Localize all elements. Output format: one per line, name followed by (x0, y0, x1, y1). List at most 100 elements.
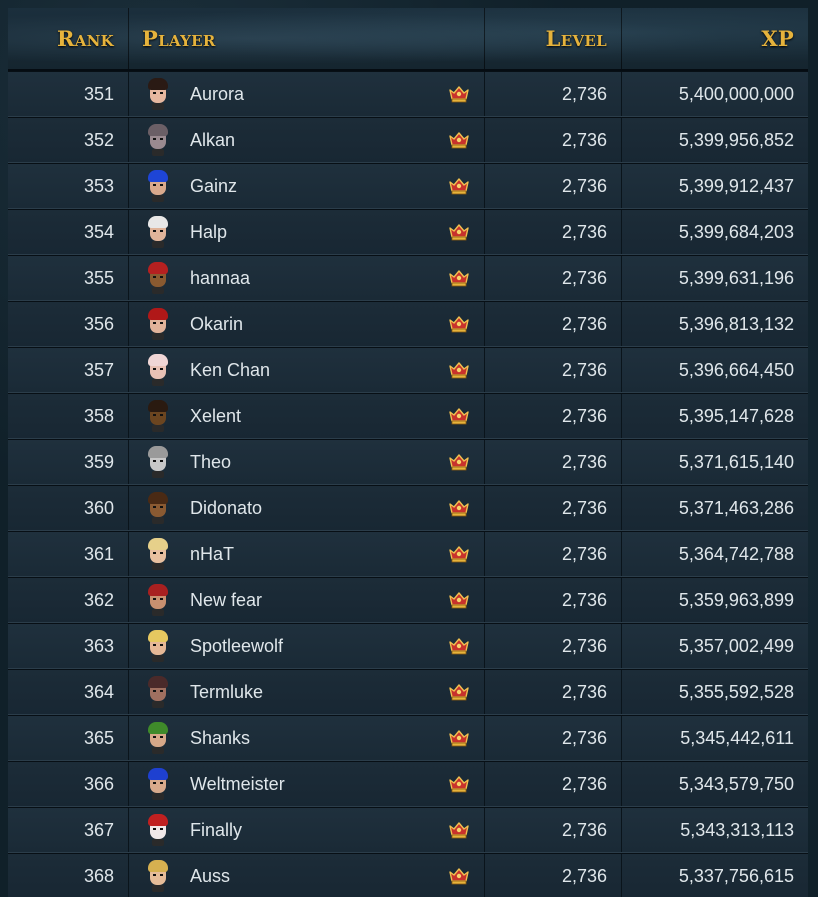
xp-cell: 5,343,313,113 (680, 819, 794, 840)
avatar[interactable] (143, 77, 173, 111)
rank-cell: 351 (8, 72, 129, 116)
avatar[interactable] (143, 583, 173, 617)
player-name-link[interactable]: Shanks (190, 728, 484, 749)
table-row[interactable]: 352 Alkan 2,736 5,399,956,852 (8, 117, 808, 163)
rank-cell: 363 (8, 624, 129, 668)
avatar[interactable] (143, 813, 173, 847)
level-cell: 2,736 (485, 762, 622, 806)
xp-cell: 5,396,813,132 (678, 313, 794, 334)
level-cell: 2,736 (485, 210, 622, 254)
player-cell: New fear (129, 578, 485, 622)
avatar[interactable] (143, 491, 173, 525)
level-cell: 2,736 (485, 486, 622, 530)
table-row[interactable]: 362 New fear 2,736 5,359,963,899 (8, 577, 808, 623)
avatar[interactable] (143, 123, 173, 157)
avatar[interactable] (143, 859, 173, 893)
table-row[interactable]: 367 Finally 2,736 5,343,313,113 (8, 807, 808, 853)
player-name-link[interactable]: Theo (190, 452, 484, 473)
table-row[interactable]: 359 Theo 2,736 5,371,615,140 (8, 439, 808, 485)
player-name-link[interactable]: Ken Chan (190, 360, 484, 381)
table-row[interactable]: 351 Aurora 2,736 5,400,000,000 (8, 71, 808, 117)
player-name-link[interactable]: hannaa (190, 268, 484, 289)
ironman-crown-icon (448, 222, 470, 242)
table-row[interactable]: 368 Auss 2,736 5,337,756,615 (8, 853, 808, 897)
level-cell: 2,736 (485, 348, 622, 392)
ironman-crown-icon (448, 866, 470, 886)
player-cell: Termluke (129, 670, 485, 714)
player-name-link[interactable]: Weltmeister (190, 774, 484, 795)
avatar[interactable] (143, 675, 173, 709)
xp-cell: 5,364,742,788 (678, 543, 794, 564)
avatar[interactable] (143, 307, 173, 341)
table-row[interactable]: 366 Weltmeister 2,736 5,343,579,750 (8, 761, 808, 807)
ironman-crown-icon (448, 728, 470, 748)
rank-cell: 358 (8, 394, 129, 438)
table-row[interactable]: 356 Okarin 2,736 5,396,813,132 (8, 301, 808, 347)
ironman-crown-icon (448, 498, 470, 518)
player-name-link[interactable]: New fear (190, 590, 484, 611)
avatar[interactable] (143, 721, 173, 755)
player-name-link[interactable]: Termluke (190, 682, 484, 703)
avatar[interactable] (143, 215, 173, 249)
player-name-link[interactable]: Gainz (190, 176, 484, 197)
player-column-header[interactable]: Player (129, 8, 485, 69)
level-cell: 2,736 (485, 72, 622, 116)
rank-cell: 357 (8, 348, 129, 392)
rank-cell: 359 (8, 440, 129, 484)
player-name-link[interactable]: Spotleewolf (190, 636, 484, 657)
player-name-link[interactable]: Finally (190, 820, 484, 841)
ironman-crown-icon (448, 590, 470, 610)
player-name-link[interactable]: Alkan (190, 130, 484, 151)
ironman-crown-icon (448, 682, 470, 702)
avatar[interactable] (143, 767, 173, 801)
player-name-link[interactable]: nHaT (190, 544, 484, 565)
table-row[interactable]: 354 Halp 2,736 5,399,684,203 (8, 209, 808, 255)
rank-column-header[interactable]: Rank (8, 8, 129, 69)
table-row[interactable]: 364 Termluke 2,736 5,355,592,528 (8, 669, 808, 715)
avatar[interactable] (143, 353, 173, 387)
level-cell: 2,736 (485, 670, 622, 714)
rank-cell: 364 (8, 670, 129, 714)
player-name-link[interactable]: Didonato (190, 498, 484, 519)
table-row[interactable]: 358 Xelent 2,736 5,395,147,628 (8, 393, 808, 439)
rank-cell: 366 (8, 762, 129, 806)
table-row[interactable]: 361 nHaT 2,736 5,364,742,788 (8, 531, 808, 577)
avatar[interactable] (143, 445, 173, 479)
table-row[interactable]: 353 Gainz 2,736 5,399,912,437 (8, 163, 808, 209)
ironman-crown-icon (448, 636, 470, 656)
table-row[interactable]: 357 Ken Chan 2,736 5,396,664,450 (8, 347, 808, 393)
xp-cell: 5,399,912,437 (678, 175, 794, 196)
player-cell: Shanks (129, 716, 485, 760)
level-cell: 2,736 (485, 394, 622, 438)
rank-cell: 367 (8, 808, 129, 852)
hiscores-background: Rank Player Level XP 351 Aurora 2,736 5,400… (0, 0, 818, 897)
player-name-link[interactable]: Okarin (190, 314, 484, 335)
avatar[interactable] (143, 629, 173, 663)
player-name-link[interactable]: Aurora (190, 84, 484, 105)
table-body: 351 Aurora 2,736 5,400,000,000 352 Alkan 2,736… (8, 71, 808, 897)
avatar[interactable] (143, 537, 173, 571)
ironman-crown-icon (448, 452, 470, 472)
avatar[interactable] (143, 261, 173, 295)
xp-cell: 5,359,963,899 (678, 589, 794, 610)
xp-cell: 5,343,579,750 (678, 773, 794, 794)
avatar[interactable] (143, 399, 173, 433)
xp-column-header[interactable]: XP (622, 8, 808, 69)
player-name-link[interactable]: Auss (190, 866, 484, 887)
level-column-header[interactable]: Level (485, 8, 622, 69)
avatar[interactable] (143, 169, 173, 203)
ironman-crown-icon (448, 130, 470, 150)
table-row[interactable]: 360 Didonato 2,736 5,371,463,286 (8, 485, 808, 531)
level-cell: 2,736 (485, 624, 622, 668)
ironman-crown-icon (448, 84, 470, 104)
table-row[interactable]: 355 hannaa 2,736 5,399,631,196 (8, 255, 808, 301)
ironman-crown-icon (448, 544, 470, 564)
level-cell: 2,736 (485, 854, 622, 897)
player-cell: Xelent (129, 394, 485, 438)
level-cell: 2,736 (485, 532, 622, 576)
table-row[interactable]: 365 Shanks 2,736 5,345,442,611 (8, 715, 808, 761)
player-name-link[interactable]: Halp (190, 222, 484, 243)
player-name-link[interactable]: Xelent (190, 406, 484, 427)
ironman-crown-icon (448, 360, 470, 380)
table-row[interactable]: 363 Spotleewolf 2,736 5,357,002,499 (8, 623, 808, 669)
